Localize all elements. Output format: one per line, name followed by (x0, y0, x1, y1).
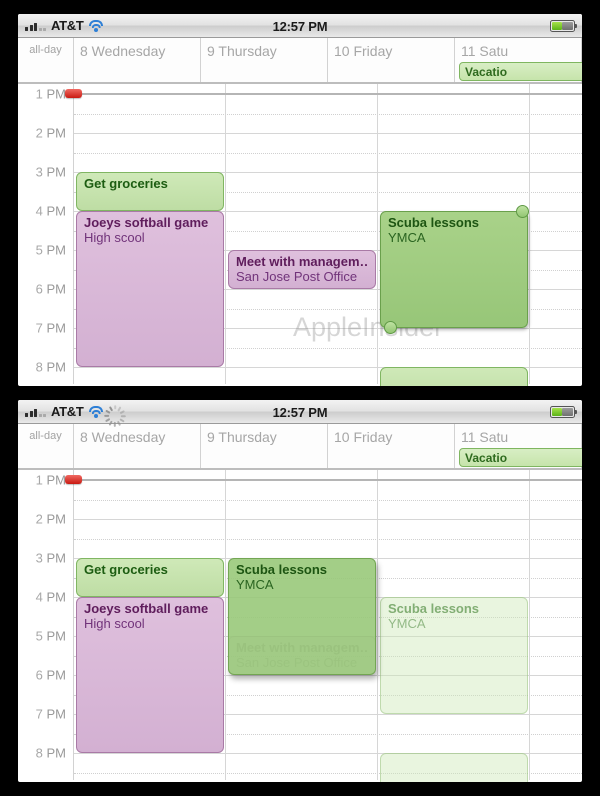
day-column-header-wednesday[interactable]: 8 Wednesday (74, 38, 201, 82)
event-title: Joeys softball game (84, 601, 209, 616)
time-label: 2 PM (35, 125, 66, 141)
event-location: YMCA (236, 577, 274, 592)
event-partial-bottom[interactable] (380, 753, 528, 782)
time-label: 3 PM (35, 550, 66, 566)
iphone-screenshot-during-drag: AT&T 12:57 PM all-day 8 Wednesday 9 Thur… (18, 400, 582, 782)
day-column-1[interactable] (226, 84, 378, 384)
time-label: 3 PM (35, 164, 66, 180)
iphone-screenshot-before-drag: AT&T 12:57 PM all-day 8 Wednesday 9 Thur… (18, 14, 582, 386)
event-title: Scuba lessons (236, 562, 328, 577)
calendar-grid-during-drag[interactable]: 1 PM 2 PM 3 PM 4 PM 5 PM 6 PM 7 PM 8 PM Get gro… (18, 470, 582, 782)
event-resize-handle-bottom[interactable] (384, 321, 397, 334)
current-time-line (74, 93, 582, 95)
time-label: 6 PM (35, 667, 66, 683)
event-scuba-lessons[interactable]: Scuba lessons YMCA (380, 211, 528, 328)
status-bar: AT&T 12:57 PM (18, 400, 582, 427)
event-location: San Jose Post Office (236, 269, 358, 284)
time-label: 8 PM (35, 745, 66, 761)
event-location: High scool (84, 616, 145, 631)
event-title: Meet with managem… (236, 254, 369, 269)
time-label: 4 PM (35, 589, 66, 605)
day-column-header-saturday[interactable]: 11 Satu Vacatio (455, 424, 582, 468)
event-get-groceries[interactable]: Get groceries (76, 172, 224, 211)
day-label: 11 Satu (461, 43, 509, 59)
calendar-grid-before-drag[interactable]: 1 PM 2 PM 3 PM 4 PM 5 PM 6 PM 7 PM 8 PM Get gro… (18, 84, 582, 386)
time-label: 7 PM (35, 320, 66, 336)
event-location: YMCA (388, 616, 426, 631)
day-column-header-friday[interactable]: 10 Friday (328, 424, 455, 468)
event-title: Scuba lessons (388, 215, 480, 230)
time-label: 5 PM (35, 628, 66, 644)
event-resize-handle-top[interactable] (516, 205, 529, 218)
event-title: Get groceries (84, 562, 168, 577)
current-time-marker (65, 475, 82, 484)
all-day-gutter-cell: all-day (18, 424, 74, 468)
time-label: 1 PM (35, 472, 66, 488)
event-joeys-softball-game[interactable]: Joeys softball game High scool (76, 597, 224, 753)
all-day-event-vacation[interactable]: Vacatio (459, 448, 582, 467)
day-label: 8 Wednesday (80, 43, 166, 59)
screenshot-page: AT&T 12:57 PM all-day 8 Wednesday 9 Thur… (0, 0, 600, 796)
day-label: 10 Friday (334, 429, 393, 445)
time-label: 4 PM (35, 203, 66, 219)
event-partial-bottom[interactable] (380, 367, 528, 386)
event-scuba-lessons-ghost[interactable]: Scuba lessons YMCA (380, 597, 528, 714)
day-column-header-thursday[interactable]: 9 Thursday (201, 424, 328, 468)
status-bar-time: 12:57 PM (272, 18, 328, 34)
time-label: 6 PM (35, 281, 66, 297)
day-label: 9 Thursday (207, 43, 277, 59)
event-title: Get groceries (84, 176, 168, 191)
event-meet-with-management[interactable]: Meet with managem… San Jose Post Office (228, 250, 376, 289)
day-label: 9 Thursday (207, 429, 277, 445)
battery-icon (550, 405, 577, 418)
time-gutter: 1 PM 2 PM 3 PM 4 PM 5 PM 6 PM 7 PM 8 PM (18, 84, 74, 384)
calendar-day-header-row: all-day 8 Wednesday 9 Thursday 10 Friday… (18, 424, 582, 470)
time-label: 5 PM (35, 242, 66, 258)
day-grid-area[interactable]: Get groceries Joeys softball game High sco… (65, 470, 582, 782)
time-label: 1 PM (35, 86, 66, 102)
all-day-gutter-cell: all-day (18, 38, 74, 82)
event-location: High scool (84, 230, 145, 245)
status-bar: AT&T 12:57 PM (18, 14, 582, 38)
status-bar-time: 12:57 PM (272, 404, 328, 420)
time-label: 2 PM (35, 511, 66, 527)
day-grid-area[interactable]: Get groceries Joeys softball game High sco… (65, 84, 582, 386)
time-label: 8 PM (35, 359, 66, 375)
day-label: 10 Friday (334, 43, 393, 59)
day-label: 11 Satu (461, 429, 509, 445)
event-joeys-softball-game[interactable]: Joeys softball game High scool (76, 211, 224, 367)
day-column-header-friday[interactable]: 10 Friday (328, 38, 455, 82)
current-time-marker (65, 89, 82, 98)
event-title: Joeys softball game (84, 215, 209, 230)
day-label: 8 Wednesday (80, 429, 166, 445)
time-label: 7 PM (35, 706, 66, 722)
event-scuba-lessons-dragging[interactable]: Scuba lessons YMCA (228, 558, 376, 675)
day-column-header-saturday[interactable]: 11 Satu Vacatio (455, 38, 582, 82)
time-gutter: 1 PM 2 PM 3 PM 4 PM 5 PM 6 PM 7 PM 8 PM (18, 470, 74, 780)
event-get-groceries[interactable]: Get groceries (76, 558, 224, 597)
day-column-header-wednesday[interactable]: 8 Wednesday (74, 424, 201, 468)
calendar-day-header-row: all-day 8 Wednesday 9 Thursday 10 Friday… (18, 38, 582, 84)
day-column-3[interactable] (530, 84, 582, 384)
all-day-event-vacation[interactable]: Vacatio (459, 62, 582, 81)
all-day-label: all-day (29, 430, 62, 442)
all-day-label: all-day (29, 44, 62, 56)
current-time-line (74, 479, 582, 481)
event-location: YMCA (388, 230, 426, 245)
day-column-3[interactable] (530, 470, 582, 780)
battery-icon (550, 19, 577, 32)
day-column-header-thursday[interactable]: 9 Thursday (201, 38, 328, 82)
event-title: Scuba lessons (388, 601, 480, 616)
